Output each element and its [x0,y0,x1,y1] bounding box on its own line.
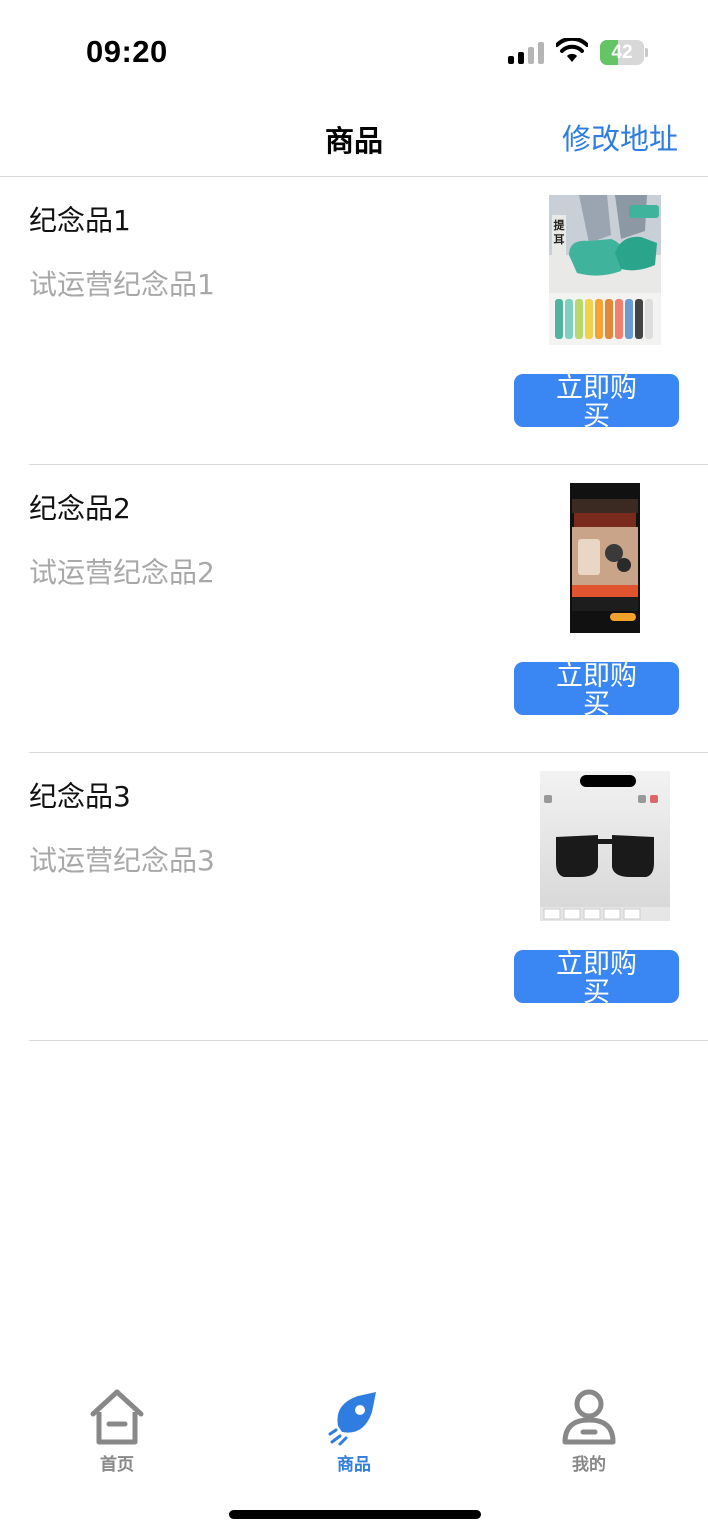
user-icon [559,1386,619,1448]
product-description: 试运营纪念品1 [29,268,215,301]
product-item: 纪念品3 试运营纪念品3 立即购买 [29,753,708,1041]
rocket-icon [324,1386,384,1448]
status-time: 09:20 [86,34,168,69]
nav-bar: 商品 修改地址 [0,100,708,176]
status-bar: 09:20 42 [0,0,708,100]
product-item: 纪念品2 试运营纪念品2 立即购买 [29,465,708,753]
tab-label: 我的 [572,1455,606,1475]
sunglasses-product-image[interactable] [540,771,670,921]
home-indicator [229,1510,481,1519]
product-name: 纪念品2 [29,492,131,525]
buy-now-button[interactable]: 立即购买 [514,950,679,1003]
svg-text:提: 提 [554,218,566,232]
home-icon [87,1386,147,1448]
buy-now-button[interactable]: 立即购买 [514,662,679,715]
wifi-icon [555,36,589,64]
svg-text:耳: 耳 [554,233,565,246]
cellular-signal-icon [508,40,544,64]
buy-now-button[interactable]: 立即购买 [514,374,679,427]
battery-charging-icon: 42 [600,40,648,65]
tab-label: 首页 [100,1455,134,1475]
tab-bar: 首页 商品 我的 [0,1380,708,1480]
product-description: 试运营纪念品3 [29,844,215,877]
product-name: 纪念品3 [29,780,131,813]
socks-product-image[interactable]: 提 耳 [549,195,661,345]
tab-mine[interactable]: 我的 [534,1386,644,1476]
product-list: 纪念品1 试运营纪念品1 提 耳 立即购买 纪念品2 试运营纪念品2 立即购买 … [0,177,708,1041]
product-description: 试运营纪念品2 [29,556,215,589]
tab-home[interactable]: 首页 [62,1386,172,1476]
battery-level: 42 [611,42,633,63]
tab-products[interactable]: 商品 [299,1386,409,1476]
phone-charger-product-image[interactable] [570,483,640,633]
tab-label: 商品 [337,1455,371,1475]
edit-address-button[interactable]: 修改地址 [562,116,678,158]
product-name: 纪念品1 [29,204,131,237]
product-item: 纪念品1 试运营纪念品1 提 耳 立即购买 [29,177,708,465]
